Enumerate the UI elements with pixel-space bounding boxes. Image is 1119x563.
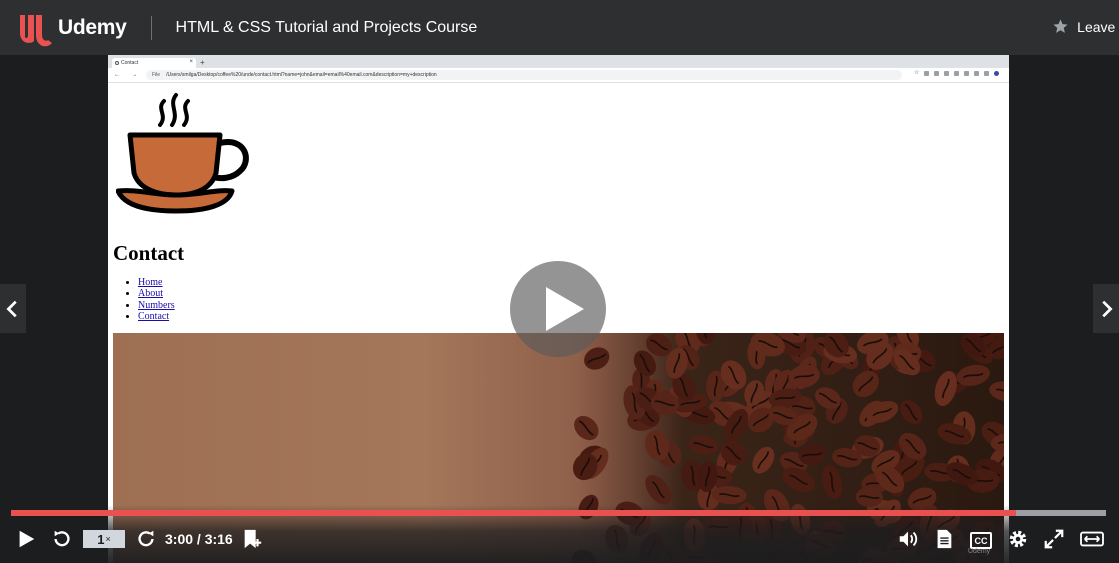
udemy-logo-mark-icon — [20, 14, 52, 46]
chevron-left-icon — [6, 300, 17, 317]
recorded-tab-title: Contact — [121, 60, 139, 66]
recorded-extension-icons: ☆ — [914, 70, 999, 76]
time-display: 3:00 / 3:16 — [165, 531, 233, 547]
playback-speed-button[interactable]: 1 × — [83, 530, 125, 548]
rewind-button[interactable] — [50, 527, 74, 551]
recorded-browser-chrome: Contact × + ← → ↻ File/Users/smilga/Desk… — [108, 55, 1009, 83]
udemy-logo-text: Udemy — [58, 15, 127, 39]
chevron-right-icon — [1102, 300, 1113, 317]
nav-link-contact: Contact — [138, 310, 170, 322]
captions-button[interactable]: CC — [970, 532, 992, 549]
play-button[interactable] — [14, 527, 38, 551]
settings-icon — [1009, 530, 1027, 548]
transcript-button[interactable] — [932, 527, 956, 551]
rewind-icon — [54, 530, 70, 547]
new-tab-icon: + — [200, 58, 205, 67]
bookmark-add-icon — [244, 529, 262, 549]
fullscreen-button[interactable] — [1042, 527, 1066, 551]
settings-button[interactable] — [1006, 527, 1030, 551]
header-divider — [150, 15, 152, 40]
playback-speed-value: 1 — [97, 531, 105, 547]
play-icon — [546, 287, 584, 331]
progress-bar[interactable] — [11, 510, 1106, 516]
star-icon — [1053, 19, 1068, 33]
udemy-player-page: Udemy HTML & CSS Tutorial and Projects C… — [0, 0, 1119, 563]
extension-icon — [934, 71, 939, 76]
play-icon — [19, 530, 35, 548]
add-bookmark-button[interactable] — [240, 527, 264, 551]
expand-icon — [1080, 531, 1104, 547]
extension-icon — [944, 71, 949, 76]
volume-button[interactable] — [896, 527, 920, 551]
recorded-tab: Contact × — [112, 58, 196, 68]
transcript-icon — [937, 529, 952, 549]
leave-rating-button[interactable]: Leave a — [1052, 18, 1119, 35]
video-stage[interactable]: Contact × + ← → ↻ File/Users/smilga/Desk… — [0, 55, 1119, 563]
playback-speed-suffix: × — [105, 534, 111, 544]
tab-close-icon: × — [189, 59, 193, 65]
volume-icon — [899, 531, 918, 547]
extension-icon — [924, 71, 929, 76]
leave-rating-label: Leave a — [1077, 18, 1119, 35]
nav-link-about: About — [138, 288, 163, 300]
tab-favicon-icon — [115, 61, 119, 65]
progress-fill — [11, 510, 1017, 516]
extension-icon — [984, 71, 989, 76]
recorded-address-row: ← → ↻ File/Users/smilga/Desktop/coffee%2… — [108, 68, 1009, 82]
list-item: About — [138, 288, 175, 299]
extension-icon — [954, 71, 959, 76]
player-controls: 1 × 3:00 / 3:16 CC Udemy — [0, 505, 1119, 563]
next-lecture-button[interactable] — [1093, 284, 1119, 333]
bookmark-star-icon: ☆ — [914, 70, 920, 76]
list-item: Home — [138, 277, 175, 288]
list-item: Numbers — [138, 300, 175, 311]
recorded-page-heading: Contact — [113, 241, 185, 265]
big-play-button[interactable] — [510, 261, 606, 357]
recorded-nav-list: Home About Numbers Contact — [128, 277, 175, 322]
course-title[interactable]: HTML & CSS Tutorial and Projects Course — [176, 19, 478, 37]
video-watermark: Udemy — [968, 548, 991, 555]
forward-button[interactable] — [134, 527, 158, 551]
extension-icon — [964, 71, 969, 76]
url-scheme-label: File — [152, 72, 161, 78]
extension-icon — [974, 71, 979, 76]
previous-lecture-button[interactable] — [0, 284, 26, 333]
forward-icon — [138, 530, 154, 547]
top-header: Udemy HTML & CSS Tutorial and Projects C… — [0, 0, 1119, 55]
udemy-logo[interactable]: Udemy — [14, 7, 127, 49]
recorded-url: /Users/smilga/Desktop/coffee%20/unde/con… — [166, 72, 437, 78]
profile-avatar-icon — [994, 71, 999, 76]
expand-player-button[interactable] — [1078, 527, 1106, 551]
fullscreen-icon — [1044, 529, 1064, 549]
recorded-url-bar: File/Users/smilga/Desktop/coffee%20/unde… — [146, 70, 902, 80]
coffee-cup-icon — [116, 93, 249, 214]
nav-link-numbers: Numbers — [138, 299, 175, 311]
list-item: Contact — [138, 311, 175, 322]
nav-link-home: Home — [138, 277, 163, 288]
